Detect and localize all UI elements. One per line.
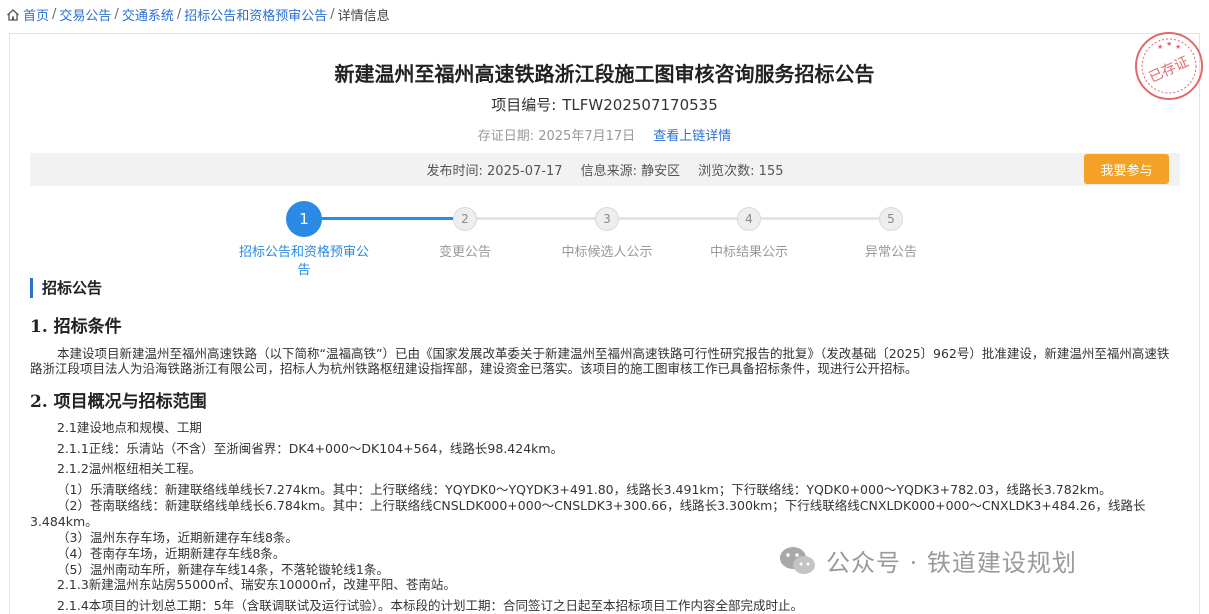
svg-text:★: ★ — [1166, 40, 1172, 48]
content-line: （5）温州南动车所，新建存车线14条，不落轮镟轮线1条。 — [57, 562, 389, 577]
content-line: （1）乐清联络线：新建联络线单线长7.274km。其中：上行联络线：YQYDK0… — [57, 482, 1112, 497]
breadcrumb-separator: / — [52, 7, 57, 22]
step-4-circle[interactable]: 4 — [737, 207, 761, 231]
breadcrumb-separator: / — [176, 7, 182, 22]
watermark-text: 公众号 · 铁道建设规划 — [826, 549, 1077, 577]
content-line: 2.1建设地点和规模、工期 — [57, 420, 202, 435]
breadcrumb-system-link[interactable]: 交通系统 — [122, 5, 174, 24]
deposit-date-value: 2025年7月17日 — [538, 129, 636, 144]
heading-bid-conditions: 1. 招标条件 — [30, 317, 122, 337]
breadcrumb: 首页 / 交易公告 / 交通系统 / 招标公告和资格预审公告 / 详情信息 — [6, 5, 390, 24]
publish-time-label: 发布时间: — [426, 164, 483, 179]
breadcrumb-trade-link[interactable]: 交易公告 — [59, 5, 111, 24]
view-count: 浏览次数: 155 — [698, 160, 783, 179]
breadcrumb-notice-link[interactable]: 招标公告和资格预审公告 — [184, 5, 327, 24]
heading-project-overview: 2. 项目概况与招标范围 — [30, 392, 207, 412]
step-3-label[interactable]: 中标候选人公示 — [547, 244, 667, 262]
breadcrumb-current: 详情信息 — [337, 9, 390, 24]
content-line: （3）温州东存车场，近期新建存车线8条。 — [57, 530, 298, 545]
content-line: 2.1.3新建温州东站房55000㎡、瑞安东10000㎡，改建平阳、苍南站。 — [57, 577, 456, 592]
deposit-date-label: 存证日期: — [477, 129, 535, 144]
publish-time-value: 2025-07-17 — [487, 164, 563, 179]
step-2-circle[interactable]: 2 — [453, 207, 477, 231]
content-line: 2.1.1正线：乐清站（不含）至浙闽省界：DK4+000～DK104+564，线… — [57, 441, 564, 456]
step-2-label[interactable]: 变更公告 — [405, 244, 525, 262]
step-3-circle[interactable]: 3 — [595, 207, 619, 231]
page-title: 新建温州至福州高速铁路浙江段施工图审核咨询服务招标公告 — [334, 62, 875, 86]
content-line: 2.1.4本项目的计划总工期：5年（含联调联试及运行试验）。本标段的计划工期：合… — [57, 598, 804, 613]
content-line: 2.1.2温州枢纽相关工程。 — [57, 461, 202, 476]
section-title: 招标公告 — [30, 278, 102, 298]
paragraph-bid-conditions: 本建设项目新建温州至福州高速铁路（以下简称“温福高铁”）已由《国家发展改革委关于… — [30, 346, 1170, 376]
project-number-value: TLFW202507170535 — [562, 96, 718, 114]
info-source-value: 静安区 — [641, 164, 681, 179]
wechat-icon — [780, 546, 815, 574]
view-count-value: 155 — [758, 164, 784, 179]
project-number: 项目编号: TLFW202507170535 — [10, 94, 1199, 115]
watermark: 公众号 · 铁道建设规划 — [778, 543, 1077, 578]
breadcrumb-home-link[interactable]: 首页 — [23, 5, 49, 24]
step-5-circle[interactable]: 5 — [879, 207, 903, 231]
step-connector — [305, 217, 453, 220]
stamp-text: 已存证 — [1147, 54, 1192, 86]
project-number-label: 项目编号: — [491, 96, 557, 114]
step-1-circle[interactable]: 1 — [286, 201, 322, 237]
step-1-label[interactable]: 招标公告和资格预审公 告 — [224, 244, 384, 280]
breadcrumb-separator: / — [330, 7, 335, 22]
info-bar: 发布时间: 2025-07-17 信息来源: 静安区 浏览次数: 155 — [30, 153, 1180, 186]
content-line: 3.484km。 — [30, 514, 98, 529]
info-source: 信息来源: 静安区 — [581, 160, 681, 179]
progress-stepper: 1 2 3 4 5 招标公告和资格预审公 告 变更公告 中标候选人公示 中标结果… — [10, 201, 1199, 282]
chain-detail-link[interactable]: 查看上链详情 — [653, 129, 731, 144]
content-line: （2）苍南联络线：新建联络线单线长6.784km。其中：上行联络线CNSLDK0… — [57, 498, 1146, 513]
info-source-label: 信息来源: — [580, 164, 637, 179]
home-icon[interactable] — [6, 8, 20, 22]
step-5-label[interactable]: 异常公告 — [831, 244, 951, 262]
svg-text:★: ★ — [1175, 43, 1181, 51]
detail-card: 新建温州至福州高速铁路浙江段施工图审核咨询服务招标公告 项目编号: TLFW202… — [9, 32, 1203, 614]
certified-stamp-icon: ★ ★ ★ 已存证 — [1135, 32, 1203, 100]
deposit-info: 存证日期: 2025年7月17日 查看上链详情 — [10, 125, 1199, 144]
publish-time: 发布时间: 2025-07-17 — [427, 160, 563, 179]
step-4-label[interactable]: 中标结果公示 — [689, 244, 809, 262]
join-button[interactable]: 我要参与 — [1084, 154, 1169, 184]
view-count-label: 浏览次数: — [698, 164, 755, 179]
content-line: （4）苍南存车场，近期新建存车线8条。 — [57, 546, 286, 561]
breadcrumb-separator: / — [114, 7, 119, 22]
svg-text:★: ★ — [1157, 43, 1163, 51]
